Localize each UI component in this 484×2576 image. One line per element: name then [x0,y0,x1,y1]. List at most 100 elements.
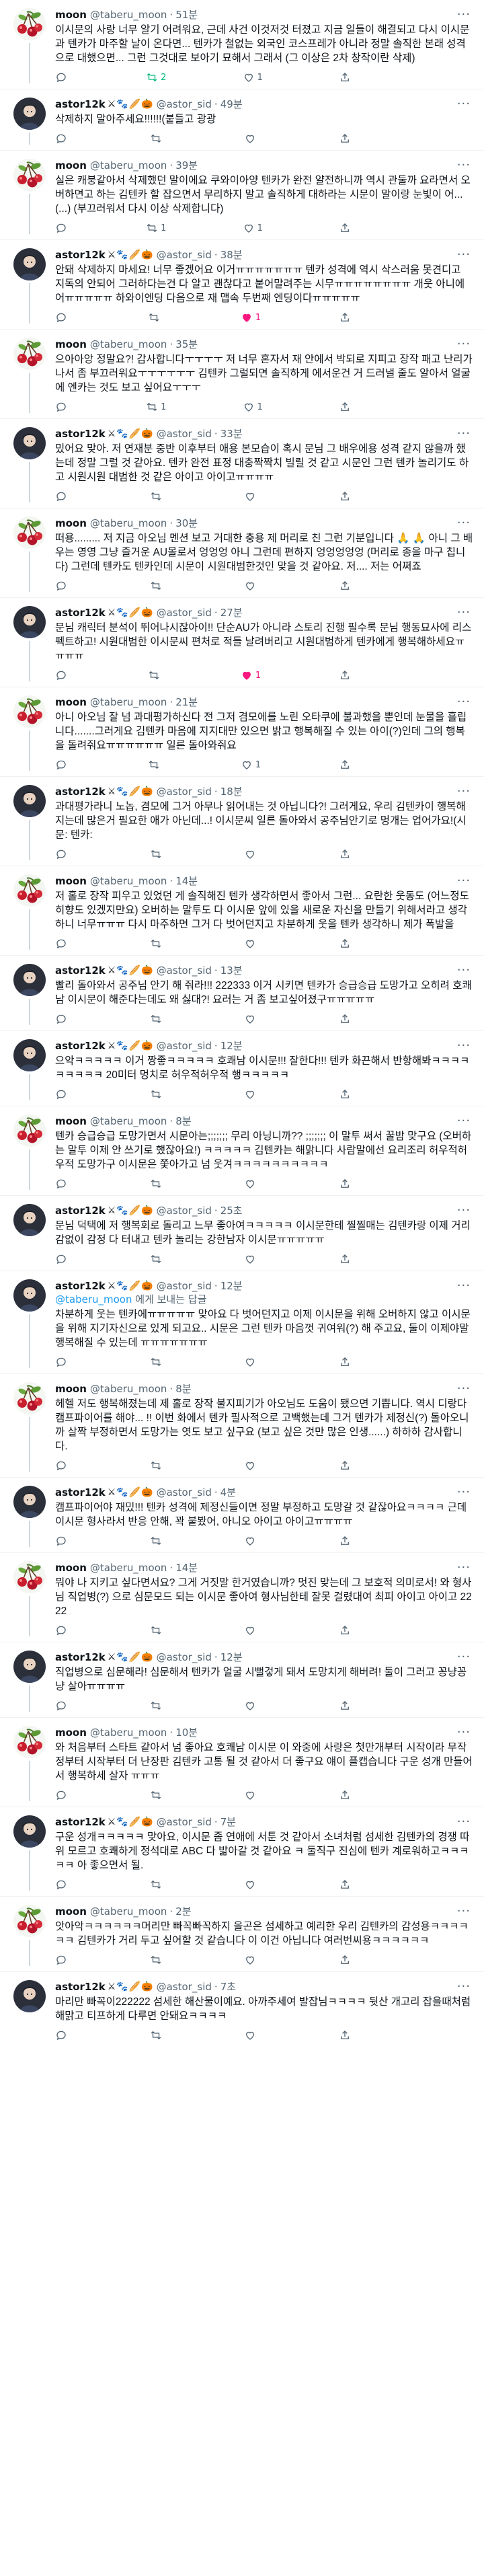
tweet[interactable]: moon @taberu_moon · 8분 ··· 헤헬 저도 행복해졌는데 … [0,1374,484,1478]
reply-button[interactable] [55,1013,70,1025]
user-handle[interactable]: @astor_sid [157,1039,212,1053]
timestamp[interactable]: 51분 [175,8,198,22]
like-button[interactable] [244,848,259,860]
avatar[interactable] [13,1980,46,2012]
like-button[interactable] [244,1013,259,1025]
share-button[interactable] [339,71,351,83]
reply-button[interactable] [55,132,70,145]
reply-button[interactable] [55,2029,70,2041]
like-button[interactable]: 1 [243,222,263,234]
avatar[interactable] [13,1039,46,1071]
share-button[interactable] [339,1460,351,1472]
tweet[interactable]: moon @taberu_moon · 30분 ··· 떠용......... … [0,508,484,598]
user-handle[interactable]: @taberu_moon [90,695,167,709]
more-options-icon[interactable]: ··· [457,1114,473,1128]
user-handle[interactable]: @astor_sid [157,1651,212,1664]
reply-button[interactable] [55,1178,70,1190]
like-button[interactable]: 1 [241,759,261,771]
like-button[interactable]: 1 [243,71,263,83]
retweet-button[interactable] [150,1700,165,1712]
more-options-icon[interactable]: ··· [457,338,473,351]
reply-button[interactable] [55,580,70,592]
timestamp[interactable]: 2분 [175,1905,191,1918]
tweet[interactable]: moon @taberu_moon · 39분 ··· 실은 캐붕같아서 삭제했… [0,151,484,240]
retweet-button[interactable] [150,848,165,860]
avatar[interactable] [13,1486,46,1518]
avatar[interactable] [13,1204,46,1236]
reply-button[interactable] [55,1700,70,1712]
timestamp[interactable]: 30분 [175,517,198,530]
share-button[interactable] [339,2029,351,2041]
more-options-icon[interactable]: ··· [457,1279,473,1293]
reply-button[interactable] [55,490,70,502]
more-options-icon[interactable]: ··· [457,427,473,441]
timestamp[interactable]: 18분 [220,785,243,798]
tweet[interactable]: astor12k ⚔ 🐾 🥖 🎃 @astor_sid · 7분 ··· 구운 성개ㅋ… [0,1807,484,1897]
tweet[interactable]: astor12k ⚔ 🐾 🥖 🎃 @astor_sid · 38분 ··· 안돼 삭제… [0,240,484,330]
share-button[interactable] [339,848,351,860]
tweet[interactable]: astor12k ⚔ 🐾 🥖 🎃 @astor_sid · 4분 ··· 캠프파이어야… [0,1478,484,1553]
timestamp[interactable]: 12분 [220,1651,243,1664]
user-handle[interactable]: @taberu_moon [90,1561,167,1575]
timestamp[interactable]: 33분 [220,427,243,441]
reply-button[interactable] [55,669,70,681]
tweet[interactable]: astor12k ⚔ 🐾 🥖 🎃 @astor_sid · 49분 ··· 삭제하지 … [0,89,484,151]
user-handle[interactable]: @astor_sid [157,785,212,798]
display-name[interactable]: moon [55,1114,87,1128]
avatar[interactable] [13,964,46,996]
more-options-icon[interactable]: ··· [457,785,473,798]
user-handle[interactable]: @taberu_moon [90,1905,167,1918]
tweet[interactable]: moon @taberu_moon · 14분 ··· 뭐야 나 지키고 싶다면… [0,1553,484,1642]
share-button[interactable] [339,222,351,234]
user-handle[interactable]: @astor_sid [157,98,212,111]
timestamp[interactable]: 38분 [220,248,243,262]
like-button[interactable]: 1 [243,401,263,413]
tweet[interactable]: moon @taberu_moon · 2분 ··· 앗아악ㅋㅋㅋㅋㅋㅋ머리만 … [0,1897,484,1972]
tweet[interactable]: astor12k ⚔ 🐾 🥖 🎃 @astor_sid · 12분 ··· 으악ㅋㅋㅋ… [0,1031,484,1106]
more-options-icon[interactable]: ··· [457,1486,473,1499]
avatar[interactable] [13,517,46,549]
display-name[interactable]: astor12k [55,427,106,441]
timestamp[interactable]: 8분 [175,1114,191,1128]
reply-button[interactable] [55,1356,70,1368]
like-button[interactable] [244,1178,259,1190]
avatar[interactable] [13,1561,46,1593]
share-button[interactable] [339,132,351,145]
retweet-button[interactable] [150,1879,165,1891]
like-button[interactable] [244,490,259,502]
retweet-button[interactable]: 2 [146,71,166,83]
avatar[interactable] [13,1651,46,1683]
user-handle[interactable]: @taberu_moon [90,1382,167,1396]
avatar[interactable] [13,159,46,191]
like-button[interactable]: 1 [241,669,261,681]
more-options-icon[interactable]: ··· [457,1726,473,1739]
user-handle[interactable]: @astor_sid [157,1279,212,1293]
avatar[interactable] [13,338,46,370]
reply-button[interactable] [55,401,70,413]
avatar[interactable] [13,1905,46,1937]
share-button[interactable] [339,1535,351,1547]
user-handle[interactable]: @astor_sid [157,1486,212,1499]
user-handle[interactable]: @taberu_moon [90,874,167,888]
tweet[interactable]: moon @taberu_moon · 14분 ··· 저 홀로 장작 피우고 … [0,866,484,956]
tweet[interactable]: astor12k ⚔ 🐾 🥖 🎃 @astor_sid · 12분 ··· 직업병으로… [0,1642,484,1718]
like-button[interactable] [244,1253,259,1265]
user-handle[interactable]: @taberu_moon [90,517,167,530]
avatar[interactable] [13,695,46,728]
retweet-button[interactable] [150,580,165,592]
share-button[interactable] [339,1879,351,1891]
tweet[interactable]: astor12k ⚔ 🐾 🥖 🎃 @astor_sid · 12분 ··· @tabe… [0,1271,484,1374]
more-options-icon[interactable]: ··· [457,1204,473,1217]
share-button[interactable] [339,1088,351,1100]
timestamp[interactable]: 21분 [175,695,198,709]
like-button[interactable] [244,1954,259,1966]
reply-button[interactable] [55,1535,70,1547]
display-name[interactable]: astor12k [55,1486,106,1499]
more-options-icon[interactable]: ··· [457,695,473,709]
reply-button[interactable] [55,759,70,771]
display-name[interactable]: moon [55,695,87,709]
avatar[interactable] [13,1279,46,1312]
more-options-icon[interactable]: ··· [457,1815,473,1829]
reply-button[interactable] [55,71,70,83]
display-name[interactable]: astor12k [55,1039,106,1053]
